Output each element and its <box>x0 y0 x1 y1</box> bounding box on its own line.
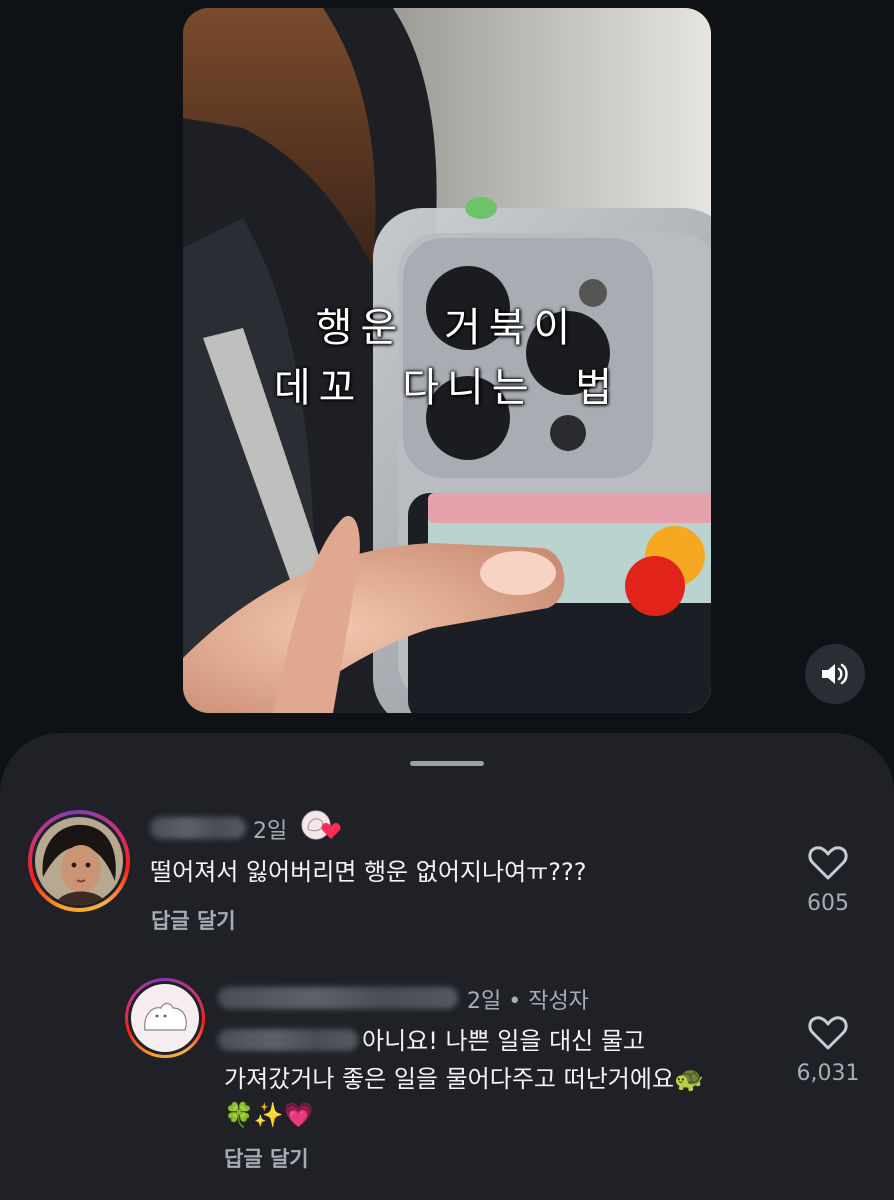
sheet-drag-handle[interactable] <box>410 761 484 766</box>
comment-time: 2일 <box>253 819 288 844</box>
like-button[interactable]: 605 <box>788 845 868 916</box>
heart-icon <box>808 1016 848 1050</box>
comment-meta: 2일 • 작성자 <box>467 989 589 1014</box>
commenter-username-blurred[interactable] <box>150 817 246 839</box>
avatar-photo <box>35 817 123 905</box>
reply-button[interactable]: 답글 달기 <box>224 1143 309 1173</box>
like-count: 6,031 <box>796 1061 860 1086</box>
creator-liked-badge <box>300 809 342 843</box>
comment-text: 떨어져서 잃어버리면 행운 없어지나여ㅠ??? <box>150 858 587 886</box>
reply-text-line3: 🍀✨💗 <box>224 1101 314 1129</box>
creator-avatar-heart-icon <box>301 810 341 840</box>
author-avatar[interactable] <box>125 978 205 1058</box>
sound-toggle-button[interactable] <box>805 644 865 704</box>
heart-icon <box>808 846 848 880</box>
reply-button[interactable]: 답글 달기 <box>151 905 236 935</box>
reply-text-line1: 아니요! 나쁜 일을 대신 물고 <box>362 1027 646 1055</box>
video-caption-line2: 데꼬 다니는 법 <box>273 365 621 411</box>
video-caption: 행운 거북이 데꼬 다니는 법 <box>183 298 711 418</box>
like-count: 605 <box>807 891 849 916</box>
avatar-drawing <box>131 984 199 1052</box>
video-player[interactable]: 행운 거북이 데꼬 다니는 법 <box>183 8 711 713</box>
like-button[interactable]: 6,031 <box>788 1015 868 1086</box>
speaker-icon <box>822 663 848 685</box>
video-caption-line1: 행운 거북이 <box>315 305 579 351</box>
author-username-blurred[interactable] <box>218 987 458 1009</box>
mention-blurred[interactable] <box>218 1029 358 1051</box>
reply-text-line2: 가져갔거나 좋은 일을 물어다주고 떠난거에요🐢 <box>224 1065 704 1093</box>
comments-sheet: 2일 떨어져서 잃어버리면 행운 없어지나여ㅠ??? 답글 달기 605 2일 … <box>0 733 894 1200</box>
reels-screen: 행운 거북이 데꼬 다니는 법 2일 떨어져서 잃어버리면 행운 없어지나여ㅠ?… <box>0 0 894 1200</box>
commenter-avatar[interactable] <box>28 810 130 912</box>
